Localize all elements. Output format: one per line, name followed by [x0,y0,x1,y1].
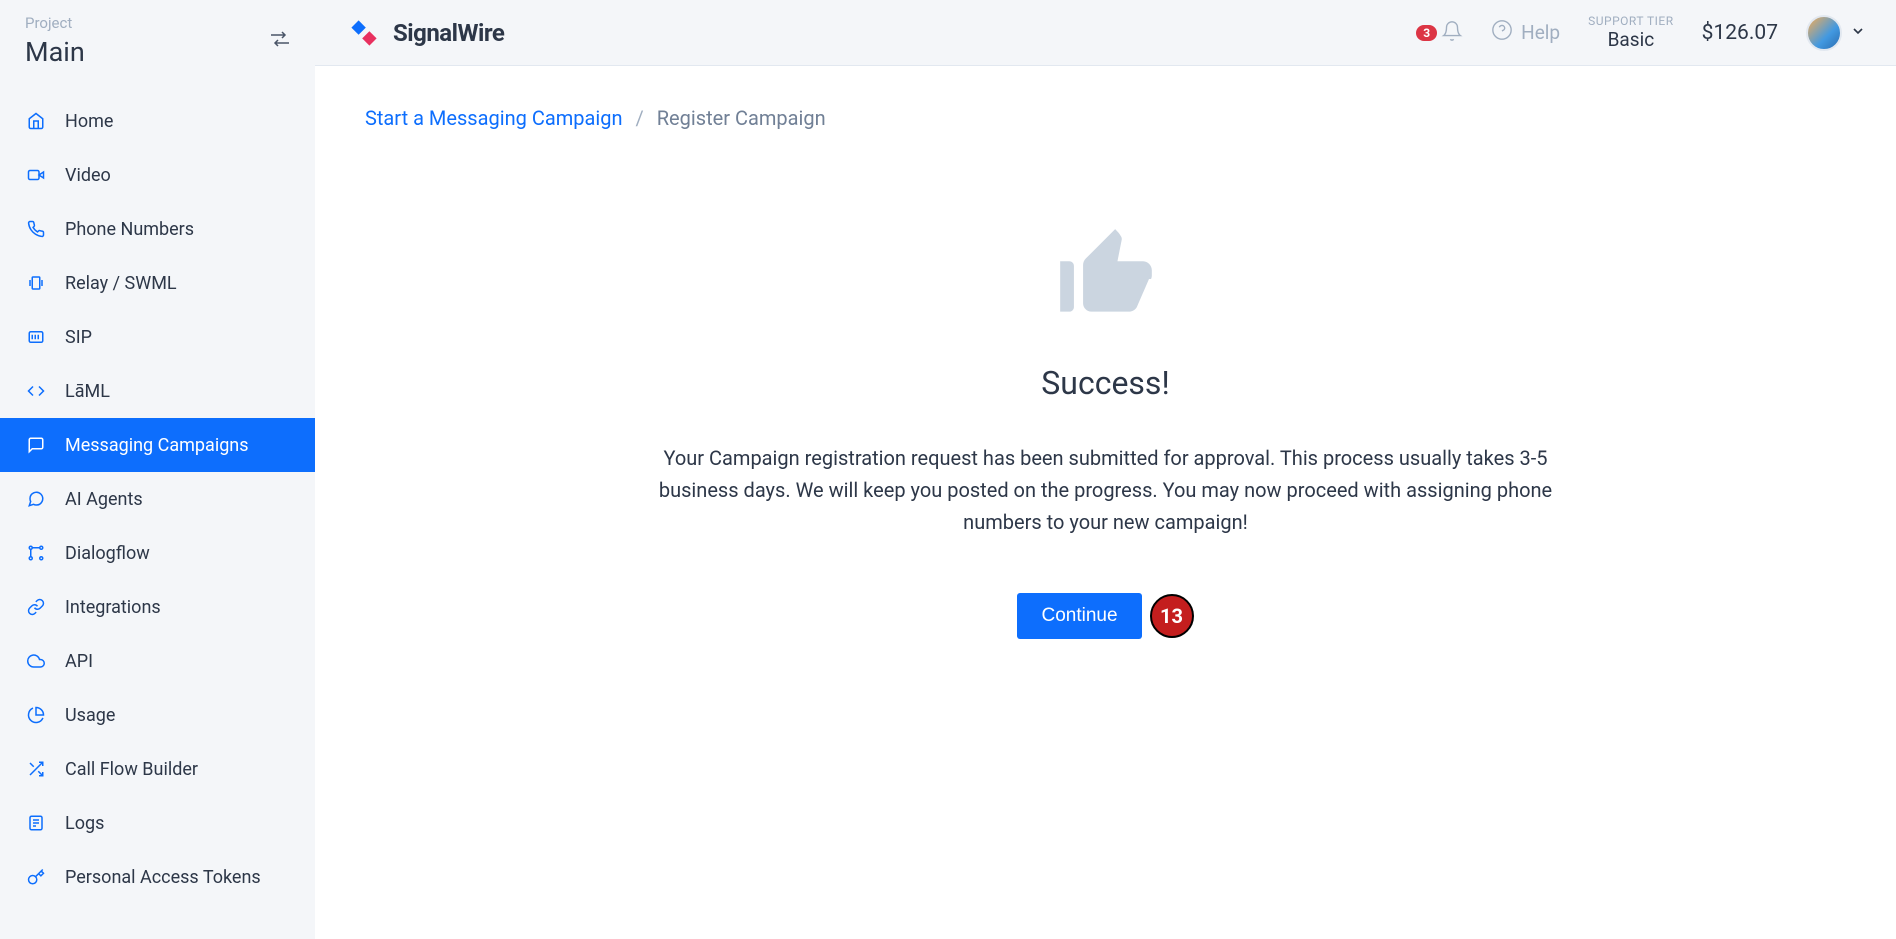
sidebar-item-relay[interactable]: Relay / SWML [0,256,315,310]
sidebar-item-ai-agents[interactable]: AI Agents [0,472,315,526]
sidebar-item-label: SIP [65,327,92,348]
sidebar-item-sip[interactable]: SIP [0,310,315,364]
sidebar-item-label: Personal Access Tokens [65,867,261,888]
sidebar-item-api[interactable]: API [0,634,315,688]
sidebar-item-label: API [65,651,93,672]
help-icon [1491,19,1513,46]
sidebar-item-label: Integrations [65,597,161,618]
chevron-down-icon [1850,23,1866,43]
sidebar-item-messaging-campaigns[interactable]: Messaging Campaigns [0,418,315,472]
avatar [1806,15,1842,51]
continue-button[interactable]: Continue [1017,593,1141,639]
sidebar-item-label: Usage [65,705,115,726]
sip-icon [25,326,47,348]
project-label: Project [25,14,85,32]
breadcrumb-current: Register Campaign [657,106,826,130]
sidebar-item-label: Logs [65,813,104,834]
success-panel: Success! Your Campaign registration requ… [626,220,1586,639]
breadcrumb: Start a Messaging Campaign / Register Ca… [365,106,1846,130]
sidebar-item-integrations[interactable]: Integrations [0,580,315,634]
sidebar-item-call-flow-builder[interactable]: Call Flow Builder [0,742,315,796]
notifications-button[interactable]: 3 [1416,20,1463,46]
sidebar-item-video[interactable]: Video [0,148,315,202]
key-icon [25,866,47,888]
help-button[interactable]: Help [1491,19,1560,46]
sidebar-item-label: Dialogflow [65,543,150,564]
content: Start a Messaging Campaign / Register Ca… [315,66,1896,939]
flow-icon [25,542,47,564]
support-tier-value: Basic [1588,28,1674,51]
user-menu[interactable] [1806,15,1866,51]
sidebar-item-phone-numbers[interactable]: Phone Numbers [0,202,315,256]
step-badge: 13 [1150,594,1194,638]
sidebar-item-label: Home [65,111,113,132]
sidebar: Project Main Home Video Phone Numbers Re… [0,0,315,939]
sidebar-item-label: Relay / SWML [65,273,177,294]
link-icon [25,596,47,618]
main: SignalWire 3 Help SUPPORT TIER Basic $12… [315,0,1896,939]
success-title: Success! [626,364,1586,402]
nav-list: Home Video Phone Numbers Relay / SWML SI… [0,82,315,904]
sidebar-item-label: LāML [65,381,110,402]
phone-icon [25,218,47,240]
code-icon [25,380,47,402]
switch-icon [270,31,290,52]
sidebar-item-dialogflow[interactable]: Dialogflow [0,526,315,580]
logo[interactable]: SignalWire [345,14,1396,52]
notification-badge: 3 [1416,25,1437,41]
shuffle-icon [25,758,47,780]
sidebar-item-home[interactable]: Home [0,94,315,148]
project-switcher[interactable]: Project Main [0,0,315,82]
success-message: Your Campaign registration request has b… [636,442,1576,538]
sidebar-item-label: Video [65,165,111,186]
sidebar-item-laml[interactable]: LāML [0,364,315,418]
home-icon [25,110,47,132]
project-name: Main [25,36,85,68]
logo-text: SignalWire [393,19,504,47]
sidebar-item-usage[interactable]: Usage [0,688,315,742]
breadcrumb-separator: / [635,106,643,130]
relay-icon [25,272,47,294]
thumbs-up-icon [626,220,1586,334]
help-label: Help [1521,21,1560,44]
logs-icon [25,812,47,834]
bell-icon [1441,20,1463,46]
sidebar-item-label: Phone Numbers [65,219,194,240]
balance[interactable]: $126.07 [1702,21,1778,45]
sidebar-item-label: Call Flow Builder [65,759,198,780]
support-tier[interactable]: SUPPORT TIER Basic [1588,14,1674,51]
cloud-icon [25,650,47,672]
sidebar-item-logs[interactable]: Logs [0,796,315,850]
sidebar-item-personal-access-tokens[interactable]: Personal Access Tokens [0,850,315,904]
topbar: SignalWire 3 Help SUPPORT TIER Basic $12… [315,0,1896,66]
chat-icon [25,488,47,510]
logo-icon [345,14,383,52]
sidebar-item-label: AI Agents [65,489,143,510]
sidebar-item-label: Messaging Campaigns [65,435,249,456]
support-tier-label: SUPPORT TIER [1588,14,1674,28]
message-icon [25,434,47,456]
video-icon [25,164,47,186]
pie-icon [25,704,47,726]
breadcrumb-link[interactable]: Start a Messaging Campaign [365,106,623,130]
